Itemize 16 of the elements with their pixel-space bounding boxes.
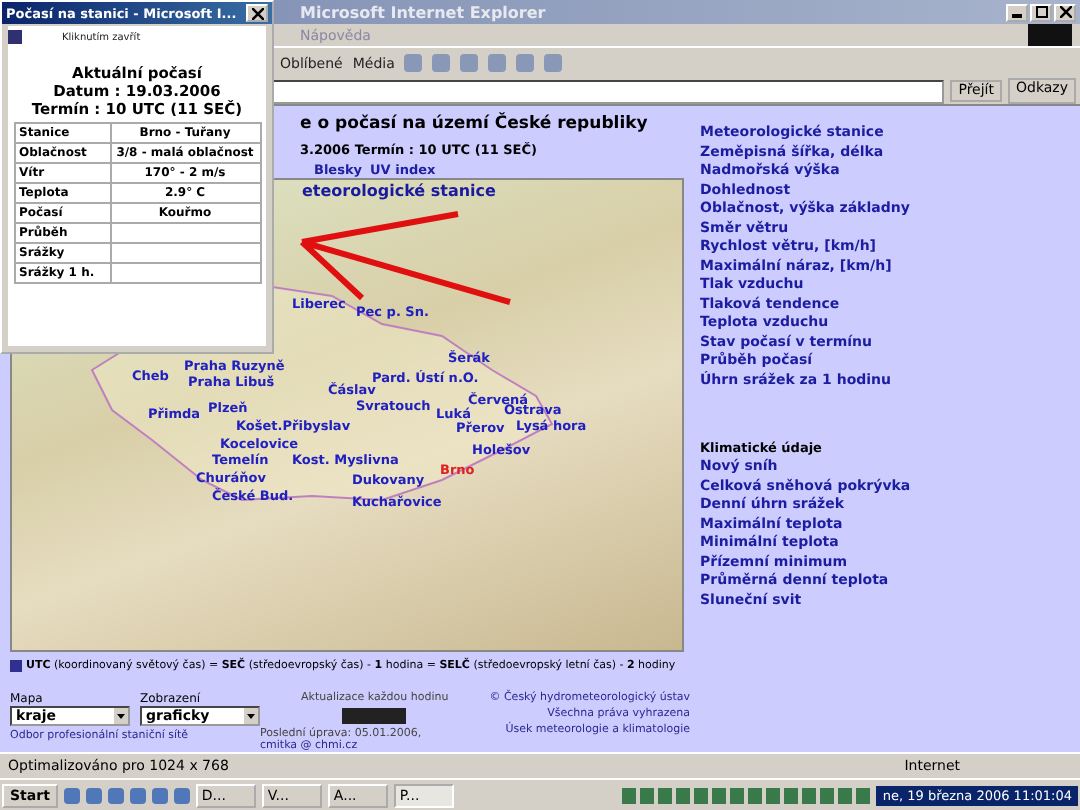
close-button[interactable] (1054, 3, 1076, 21)
visitor-counter-graphic (342, 708, 407, 724)
map-title: eteorologické stanice (302, 181, 496, 200)
dropdown-arrow-icon (244, 708, 258, 724)
maximize-icon (1035, 6, 1047, 18)
minimize-button[interactable] (1006, 3, 1028, 21)
page-icon (8, 30, 22, 44)
close-icon (1059, 6, 1071, 18)
address-field[interactable] (270, 79, 945, 103)
window-title: Microsoft Internet Explorer (300, 3, 546, 21)
popup-close-button[interactable] (246, 4, 268, 22)
maximize-button[interactable] (1030, 3, 1052, 21)
dropdown-arrow-icon (114, 708, 128, 724)
page-heading: e o počasí na území České republiky (300, 114, 648, 138)
info-icon (10, 660, 22, 673)
close-icon (251, 7, 263, 19)
